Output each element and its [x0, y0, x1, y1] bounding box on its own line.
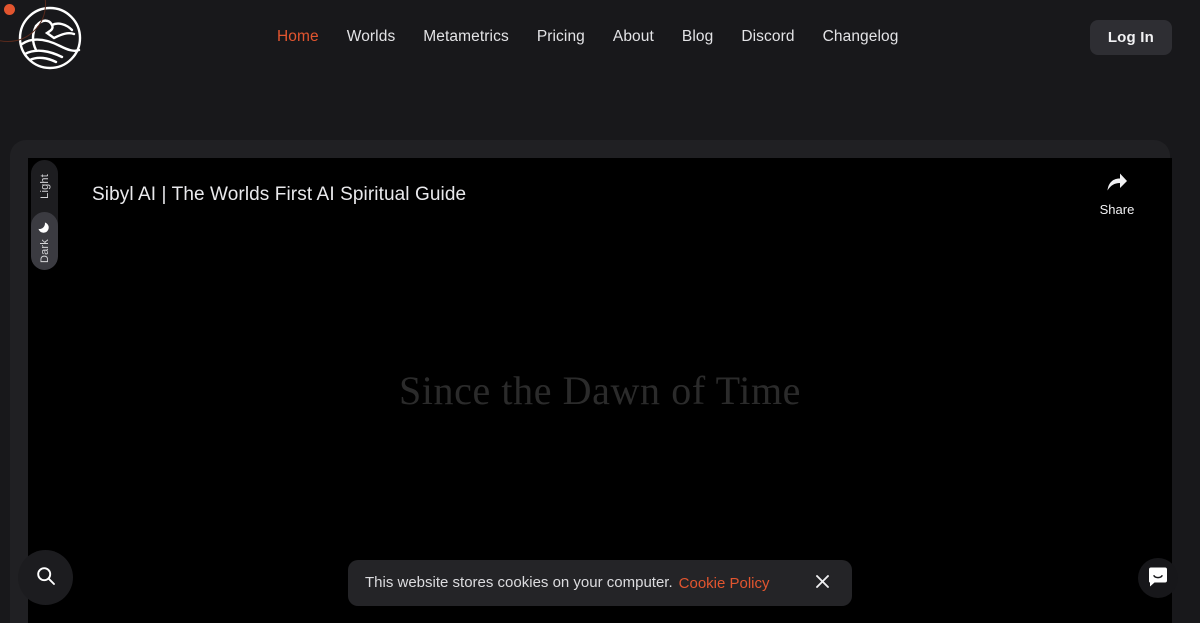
nav-item-pricing[interactable]: Pricing: [523, 26, 599, 48]
share-button[interactable]: Share: [1084, 171, 1150, 218]
close-icon: [815, 574, 830, 592]
cookie-consent-banner: This website stores cookies on your comp…: [348, 560, 852, 606]
search-button[interactable]: [18, 550, 73, 605]
chat-bubble-smile-icon: [1145, 564, 1171, 593]
login-button[interactable]: Log In: [1089, 20, 1172, 55]
theme-option-dark-label: Dark: [38, 238, 51, 264]
nav-item-about[interactable]: About: [599, 26, 668, 48]
main-navigation: Home Worlds Metametrics Pricing About Bl…: [263, 26, 912, 48]
moon-icon: [37, 220, 53, 233]
share-label: Share: [1099, 202, 1135, 217]
search-icon: [35, 565, 57, 590]
nav-item-worlds[interactable]: Worlds: [333, 26, 410, 48]
nav-item-discord[interactable]: Discord: [727, 26, 808, 48]
nav-item-home[interactable]: Home: [263, 26, 333, 48]
video-title: Sibyl AI | The Worlds First AI Spiritual…: [92, 184, 467, 205]
cookie-policy-link[interactable]: Cookie Policy: [679, 575, 770, 592]
cookie-banner-close-button[interactable]: [811, 570, 834, 596]
site-header: Home Worlds Metametrics Pricing About Bl…: [0, 0, 1200, 140]
theme-option-dark[interactable]: Dark: [31, 212, 58, 270]
share-arrow-icon: [1105, 173, 1129, 197]
nav-item-metametrics[interactable]: Metametrics: [409, 26, 523, 48]
video-player[interactable]: Since the Dawn of Time Sibyl AI | The Wo…: [28, 158, 1172, 623]
nav-item-blog[interactable]: Blog: [668, 26, 727, 48]
theme-toggle[interactable]: Light Dark: [31, 160, 58, 270]
sibyl-globe-logo[interactable]: [16, 4, 84, 72]
nav-item-changelog[interactable]: Changelog: [809, 26, 913, 48]
theme-option-light-label: Light: [38, 173, 51, 199]
cookie-banner-message: This website stores cookies on your comp…: [365, 574, 673, 591]
theme-option-light[interactable]: Light: [31, 160, 58, 212]
decorative-orange-dot: [4, 4, 15, 15]
hero-phrase: Since the Dawn of Time: [398, 368, 802, 413]
chat-launcher-button[interactable]: [1138, 558, 1178, 598]
